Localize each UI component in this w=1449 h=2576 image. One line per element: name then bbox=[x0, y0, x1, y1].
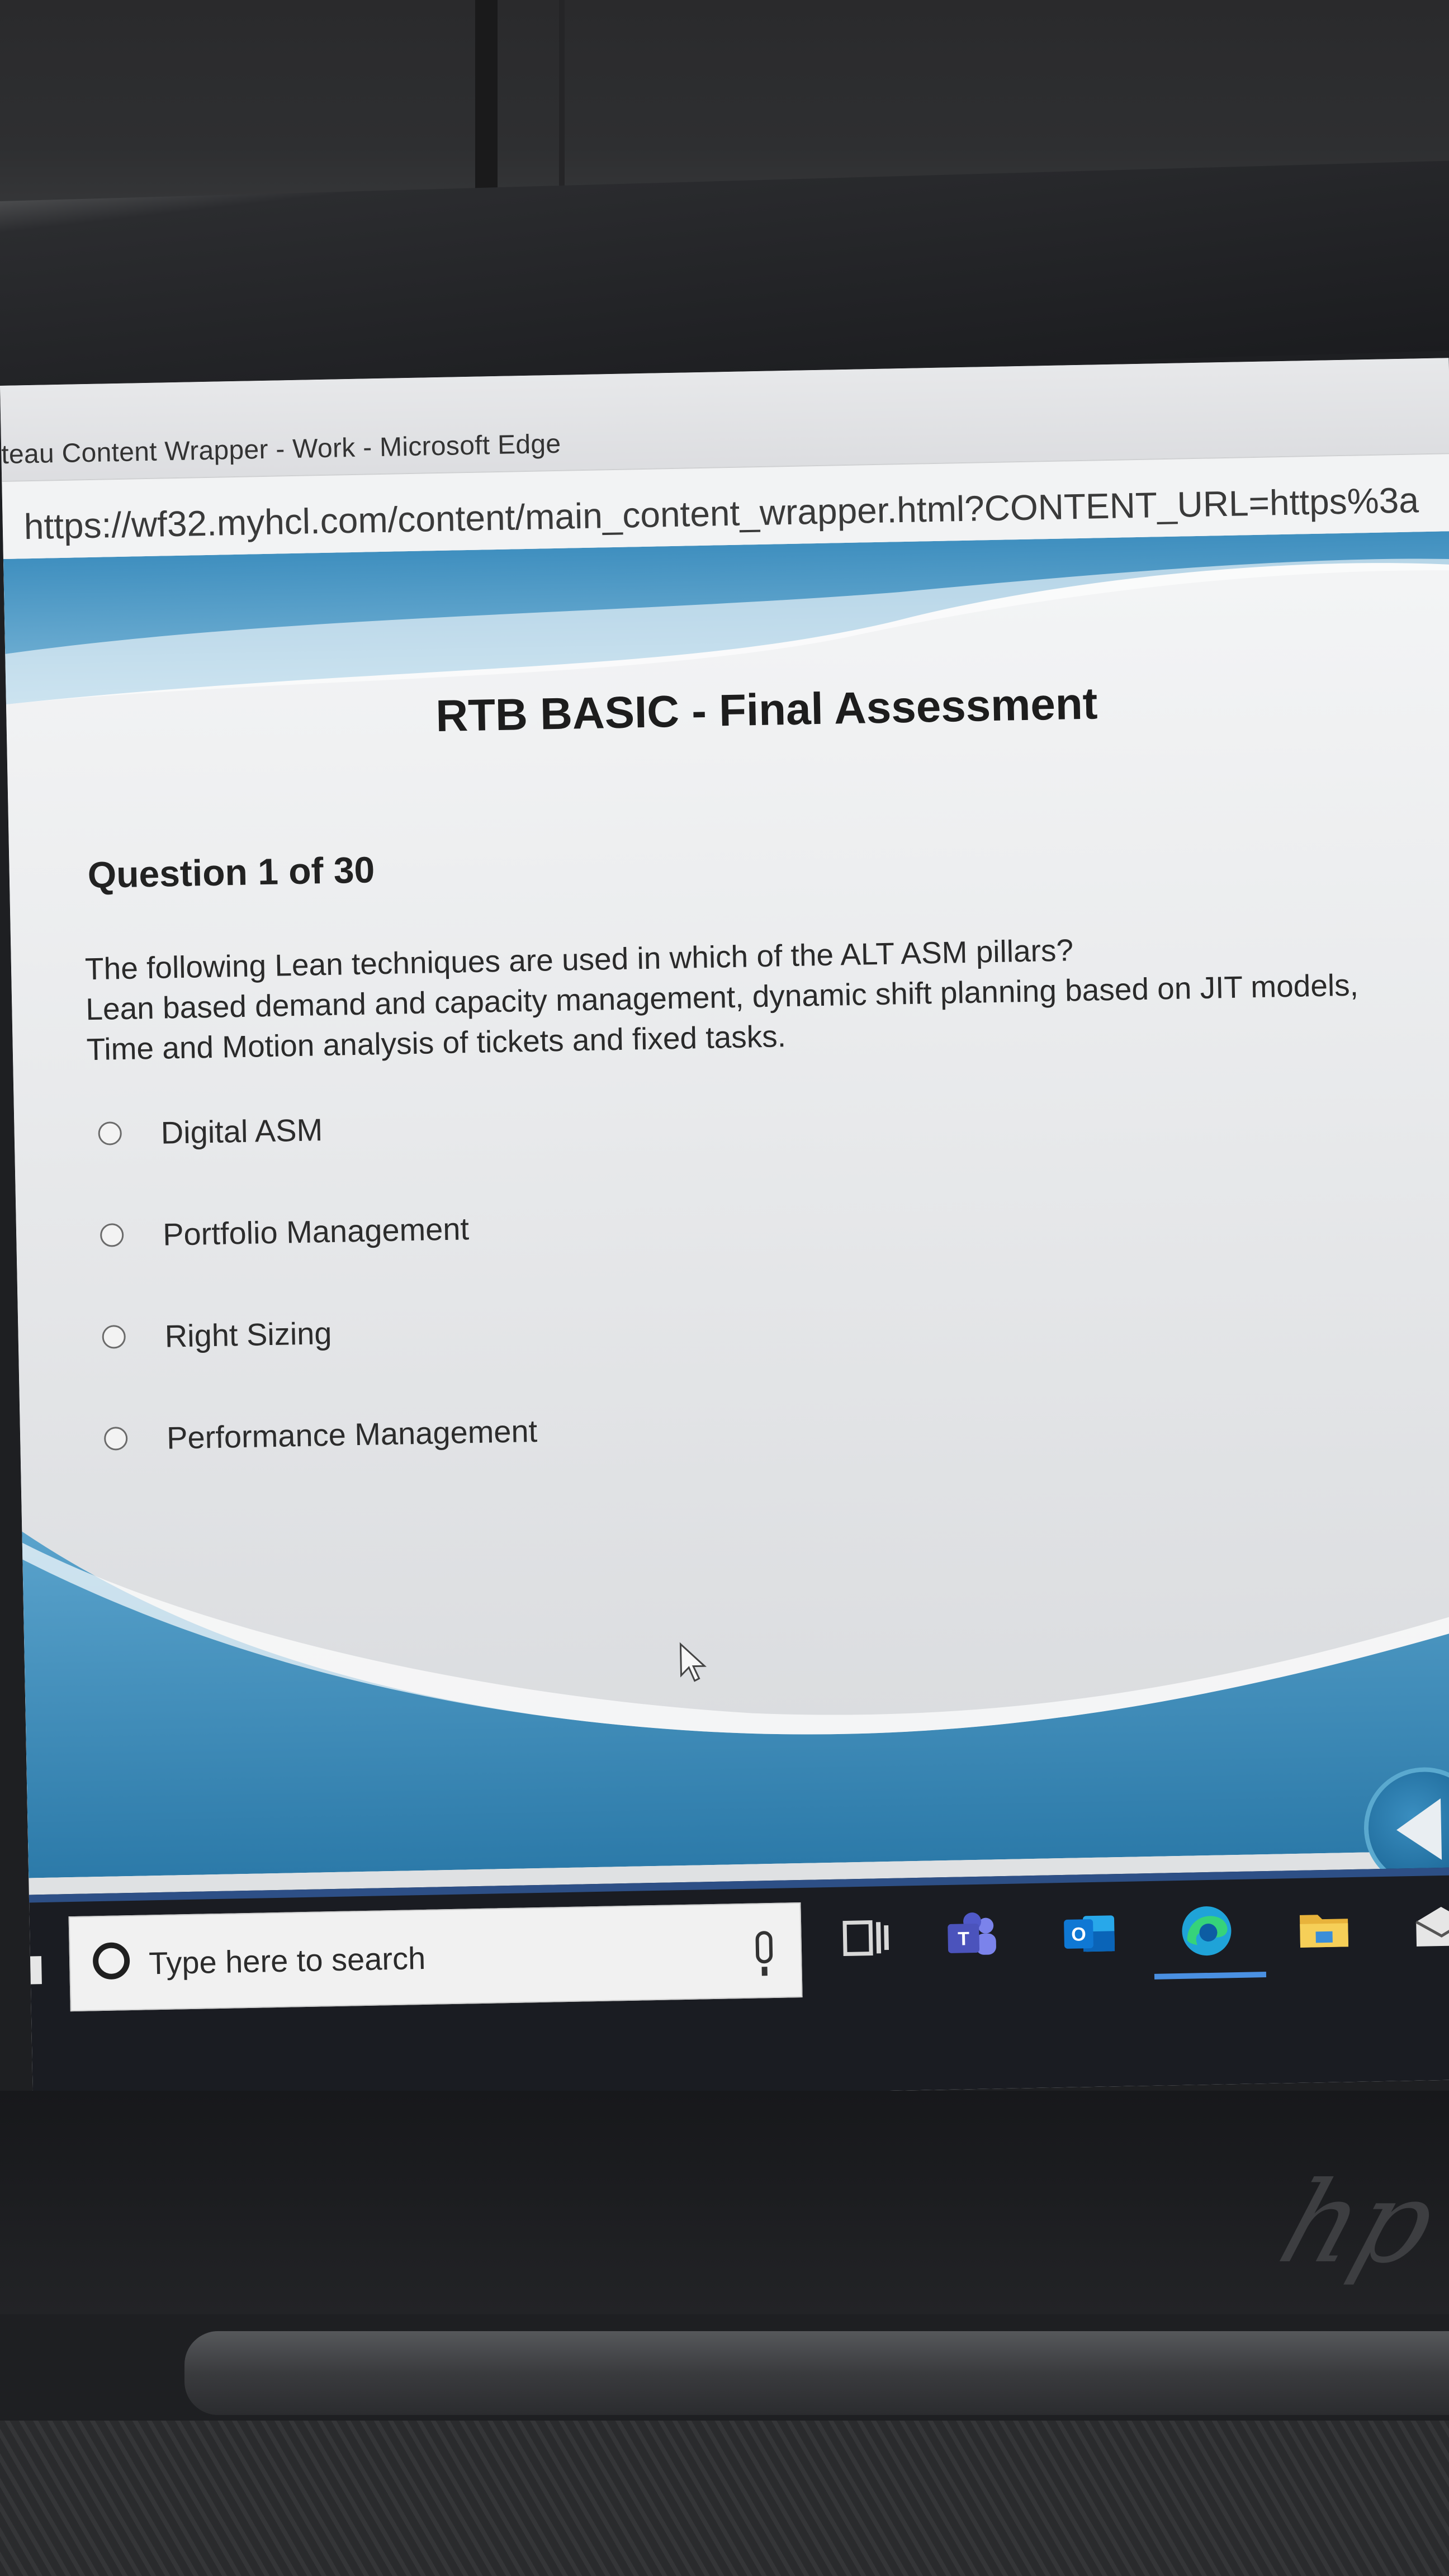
radio-button[interactable] bbox=[100, 1223, 124, 1247]
monitor-bezel-bottom bbox=[0, 2091, 1449, 2314]
option-label[interactable]: Portfolio Management bbox=[163, 1210, 470, 1253]
window-title: teau Content Wrapper - Work - Microsoft … bbox=[1, 429, 561, 470]
teams-icon[interactable]: T bbox=[940, 1904, 1003, 1967]
back-arrow-icon bbox=[1396, 1798, 1442, 1861]
cortana-icon bbox=[92, 1942, 130, 1980]
wall-edge bbox=[559, 0, 565, 212]
answer-option[interactable]: Digital ASM bbox=[97, 1074, 532, 1185]
screen: teau Content Wrapper - Work - Microsoft … bbox=[0, 358, 1449, 2108]
option-label[interactable]: Performance Management bbox=[167, 1412, 538, 1456]
windows-taskbar: Type here to search T O bbox=[29, 1867, 1449, 2108]
radio-button[interactable] bbox=[98, 1121, 122, 1145]
mail-icon[interactable] bbox=[1410, 1895, 1449, 1958]
answer-option[interactable]: Portfolio Management bbox=[99, 1176, 534, 1286]
laptop-hinge bbox=[184, 2331, 1449, 2415]
svg-text:O: O bbox=[1071, 1924, 1086, 1945]
radio-button[interactable] bbox=[102, 1325, 126, 1349]
mouse-cursor-icon bbox=[679, 1642, 707, 1682]
question-counter: Question 1 of 30 bbox=[87, 849, 375, 896]
file-explorer-icon[interactable] bbox=[1292, 1897, 1355, 1960]
search-placeholder[interactable]: Type here to search bbox=[149, 1940, 426, 1981]
task-view-icon[interactable] bbox=[835, 1906, 897, 1969]
monitor-bezel bbox=[0, 160, 1449, 391]
radio-button[interactable] bbox=[103, 1426, 128, 1451]
wall-edge bbox=[475, 0, 498, 212]
edge-icon[interactable] bbox=[1175, 1900, 1238, 1962]
active-app-indicator bbox=[1154, 1972, 1267, 1980]
answer-option[interactable]: Right Sizing bbox=[101, 1278, 536, 1388]
option-label[interactable]: Right Sizing bbox=[164, 1314, 332, 1354]
svg-text:T: T bbox=[958, 1928, 970, 1949]
course-content: RTB BASIC - Final Assessment Question 1 … bbox=[3, 531, 1449, 1878]
microphone-icon[interactable] bbox=[755, 1930, 773, 1964]
taskbar-search-box[interactable]: Type here to search bbox=[68, 1902, 803, 2012]
keyboard-surface bbox=[0, 2421, 1449, 2576]
answer-option[interactable]: Performance Management bbox=[103, 1380, 538, 1490]
answer-options: Digital ASM Portfolio Management Right S… bbox=[97, 1074, 538, 1490]
start-button[interactable] bbox=[30, 1956, 42, 1985]
option-label[interactable]: Digital ASM bbox=[160, 1111, 323, 1151]
outlook-icon[interactable]: O bbox=[1058, 1902, 1120, 1964]
